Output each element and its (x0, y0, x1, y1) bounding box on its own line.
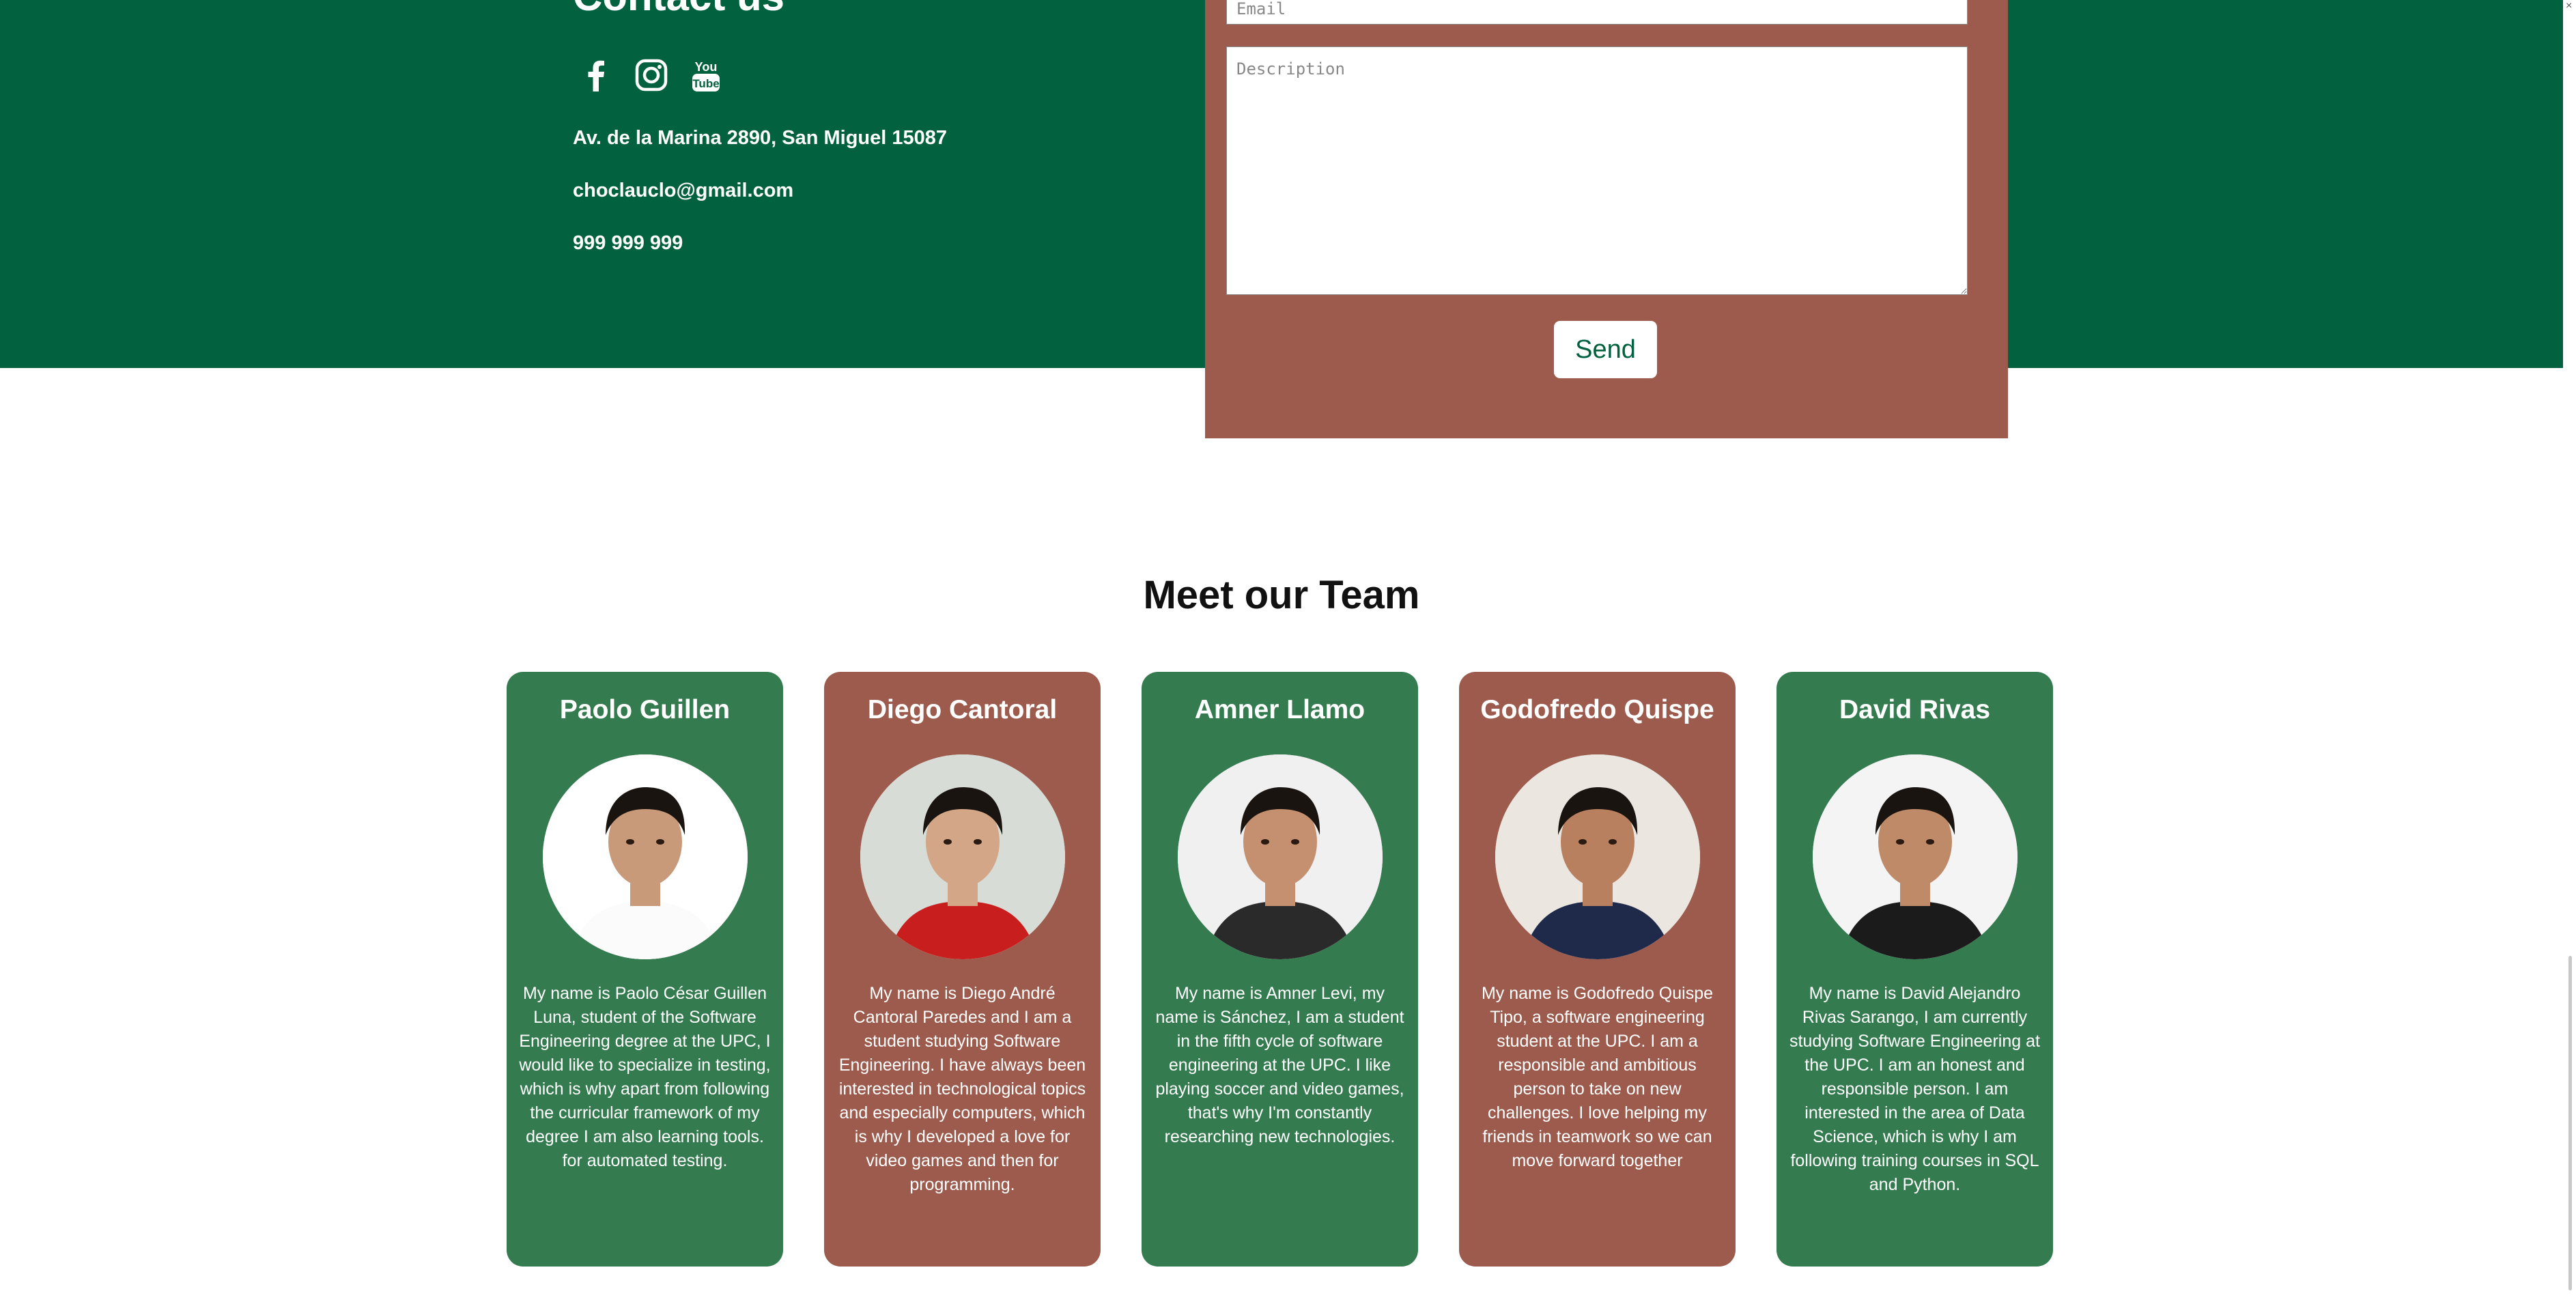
team-member-name: Amner Llamo (1194, 695, 1365, 724)
team-member-bio: My name is Diego André Cantoral Paredes … (838, 984, 1086, 1194)
svg-text:You: You (695, 60, 718, 74)
team-title: Meet our Team (1143, 573, 1420, 617)
team-card: David Rivas My name is David Alejandro Ri… (1777, 672, 2053, 1267)
description-field[interactable] (1226, 46, 1968, 295)
youtube-icon[interactable]: You Tube (687, 56, 725, 94)
scrollbar-thumb[interactable] (2568, 956, 2572, 1290)
send-button[interactable]: Send (1554, 321, 1657, 378)
contact-address: Av. de la Marina 2890, San Miguel 15087 (573, 127, 948, 149)
contact-title: Contact us (573, 0, 784, 20)
facebook-icon[interactable] (578, 56, 616, 94)
social-links: You Tube (578, 56, 725, 94)
contact-form: Send (1205, 0, 2008, 438)
team-member-name: Diego Cantoral (867, 695, 1058, 724)
team-member-name: Godofredo Quispe (1480, 695, 1714, 724)
team-member-bio: My name is Godofredo Quispe Tipo, a soft… (1481, 984, 1714, 1170)
contact-email[interactable]: choclauclo@gmail.com (573, 180, 793, 202)
team-member-photo (543, 754, 748, 959)
team-member-name: Paolo Guillen (559, 695, 731, 724)
svg-text:Tube: Tube (692, 77, 719, 90)
contact-phone: 999 999 999 (573, 232, 683, 254)
team-card: Paolo Guillen My name is Paolo César Guil… (507, 672, 783, 1267)
team-card: Diego Cantoral My name is Diego André Can… (824, 672, 1101, 1267)
close-icon[interactable]: × (2566, 0, 2572, 12)
team-member-name: David Rivas (1839, 695, 1991, 724)
team-member-bio: My name is David Alejandro Rivas Sarango… (1789, 984, 2040, 1194)
instagram-icon[interactable] (632, 56, 670, 94)
email-field[interactable] (1226, 0, 1968, 25)
team-card: Godofredo Quispe My name is Godofredo Qui… (1459, 672, 1736, 1267)
page: Contact us You Tube Av. de la Marina 289… (0, 0, 2576, 1315)
team-member-bio: My name is Paolo César Guillen Luna, stu… (519, 984, 771, 1170)
team-member-photo (1495, 754, 1700, 959)
team-member-photo (860, 754, 1065, 959)
team-member-photo (1813, 754, 2018, 959)
team-member-photo (1178, 754, 1383, 959)
team-member-bio: My name is Amner Levi, my name is Sánche… (1155, 984, 1404, 1146)
team-card: Amner Llamo My name is Amner Levi, my nam… (1142, 672, 1418, 1267)
